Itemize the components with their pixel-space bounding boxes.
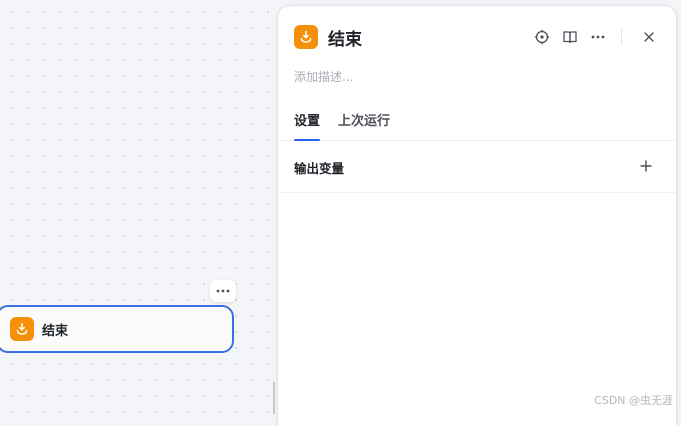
plus-icon <box>640 160 652 172</box>
output-variables-section: 输出变量 <box>278 142 676 193</box>
node-title: 结束 <box>42 323 69 339</box>
panel-tabs: 设置 上次运行 <box>278 110 676 141</box>
more-button[interactable] <box>587 26 609 48</box>
description-input[interactable]: 添加描述... <box>294 68 353 85</box>
close-icon <box>644 32 654 42</box>
add-output-variable-button[interactable] <box>636 156 656 176</box>
section-title: 输出变量 <box>294 161 345 176</box>
tab-settings[interactable]: 设置 <box>294 110 321 141</box>
end-node-icon <box>294 25 318 49</box>
end-node[interactable]: 结束 <box>0 305 234 353</box>
edge-line <box>273 382 275 414</box>
locate-icon <box>534 29 550 45</box>
node-config-panel: 结束 添加描述... 设置 上次运行 输出变量 <box>278 6 676 426</box>
header-actions <box>525 24 660 50</box>
node-more-button[interactable] <box>210 280 236 302</box>
book-icon <box>563 31 577 44</box>
watermark: CSDN @虫无涯 <box>594 394 673 407</box>
end-node-icon <box>10 317 34 341</box>
docs-button[interactable] <box>559 26 581 48</box>
locate-button[interactable] <box>531 26 553 48</box>
header-divider <box>621 29 622 45</box>
more-dots-icon <box>591 35 605 39</box>
close-button[interactable] <box>638 26 660 48</box>
more-dots-icon <box>216 289 230 293</box>
panel-title: 结束 <box>328 29 362 50</box>
tab-last-run[interactable]: 上次运行 <box>338 110 390 140</box>
panel-header: 结束 <box>294 24 660 50</box>
